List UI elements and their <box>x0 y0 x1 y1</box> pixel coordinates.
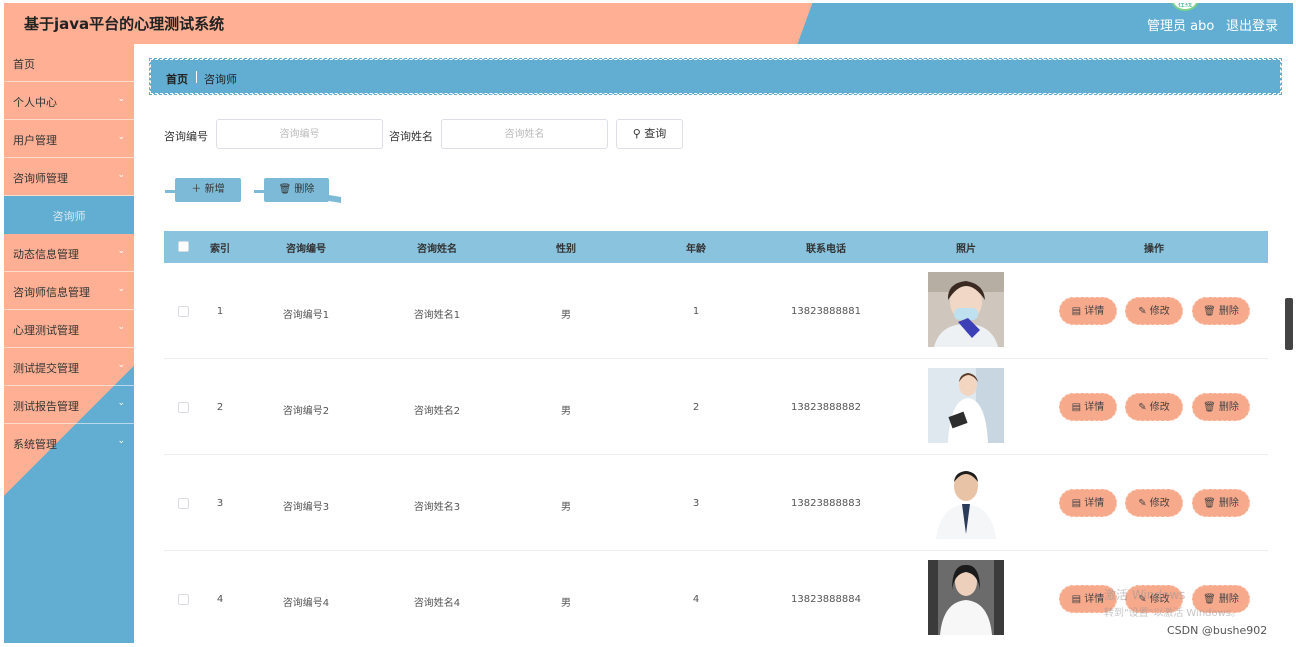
cell-code: 咨询编号3 <box>282 502 330 513</box>
column-header-name: 咨询姓名 <box>417 244 457 255</box>
row-checkbox[interactable] <box>178 594 189 605</box>
counselor-photo <box>928 560 1004 635</box>
edit-button[interactable]: ✎ 修改 <box>1125 297 1183 325</box>
logout-link[interactable]: 退出登录 <box>1226 15 1278 34</box>
cell-phone: 13823888882 <box>791 402 861 413</box>
row-checkbox[interactable] <box>178 498 189 509</box>
windows-activation-watermark: 激活 Windows <box>1104 588 1186 602</box>
breadcrumb-separator <box>196 71 197 83</box>
detail-button[interactable]: ▤ 详情 <box>1059 297 1117 325</box>
windows-activation-hint: 转到"设置"以激活 Windows。 <box>1104 608 1242 619</box>
cell-name: 咨询姓名2 <box>413 406 461 417</box>
current-user: 管理员 abo <box>1147 19 1215 34</box>
sidebar-item-reports[interactable]: 测试报告管理 ⌄ <box>4 386 134 424</box>
chevron-down-icon: ⌄ <box>117 322 125 332</box>
chevron-down-icon: ⌄ <box>117 246 125 256</box>
table-row: 1 咨询编号1 咨询姓名1 男 1 13823888881 ▤ 详情 ✎ 修改 … <box>164 263 1268 359</box>
column-header-age: 年龄 <box>686 244 706 255</box>
delete-button[interactable]: 🗑 删除 <box>1192 297 1250 325</box>
cell-gender: 男 <box>561 310 571 321</box>
chevron-down-icon: ⌄ <box>117 284 125 294</box>
table-header: 索引 咨询编号 咨询姓名 性别 年龄 联系电话 照片 操作 <box>164 231 1268 263</box>
cell-phone: 13823888884 <box>791 594 861 605</box>
cell-phone: 13823888881 <box>791 306 861 317</box>
cell-name: 咨询姓名3 <box>413 502 461 513</box>
add-button[interactable]: ＋ 新增 <box>165 178 241 202</box>
delete-button[interactable]: 🗑 删除 <box>1192 393 1250 421</box>
chevron-up-icon: ⌄ <box>117 170 125 180</box>
app-title: 基于java平台的心理测试系统 <box>24 15 225 33</box>
cell-age: 1 <box>692 306 700 317</box>
delete-button[interactable]: 🗑 删除 <box>1192 489 1250 517</box>
sidebar-item-submissions[interactable]: 测试提交管理 ⌄ <box>4 348 134 386</box>
edit-button[interactable]: ✎ 修改 <box>1125 489 1183 517</box>
counselor-photo <box>928 272 1004 347</box>
counselor-photo <box>928 368 1004 443</box>
cell-code: 咨询编号2 <box>282 406 330 417</box>
sidebar-item-home[interactable]: 首页 <box>4 44 134 82</box>
sidebar-item-news[interactable]: 动态信息管理 ⌄ <box>4 234 134 272</box>
breadcrumb-home[interactable]: 首页 <box>166 71 188 87</box>
breadcrumb: 首页 咨询师 <box>149 58 1282 95</box>
cell-gender: 男 <box>561 598 571 609</box>
cell-index: 1 <box>216 306 224 317</box>
cell-age: 2 <box>692 402 700 413</box>
chevron-down-icon: ⌄ <box>117 360 125 370</box>
breadcrumb-current: 咨询师 <box>204 73 237 86</box>
column-header-index: 索引 <box>210 244 230 255</box>
column-header-actions: 操作 <box>1144 244 1164 255</box>
sidebar-item-users[interactable]: 用户管理 ⌄ <box>4 120 134 158</box>
column-header-phone: 联系电话 <box>806 244 846 255</box>
sidebar-item-counselor-mgmt[interactable]: 咨询师管理 ⌄ <box>4 158 134 196</box>
chevron-down-icon: ⌄ <box>117 436 125 446</box>
cell-index: 4 <box>216 594 224 605</box>
top-header: 基于java平台的心理测试系统 在线 管理员 abo 退出登录 <box>4 3 1293 44</box>
detail-button[interactable]: ▤ 详情 <box>1059 393 1117 421</box>
row-checkbox[interactable] <box>178 402 189 413</box>
cell-phone: 13823888883 <box>791 498 861 509</box>
sidebar-item-system[interactable]: 系统管理 ⌄ <box>4 424 134 462</box>
edit-button[interactable]: ✎ 修改 <box>1125 393 1183 421</box>
page-scrollbar[interactable] <box>1285 298 1293 350</box>
column-header-gender: 性别 <box>556 244 576 255</box>
cell-gender: 男 <box>561 406 571 417</box>
counselor-photo <box>928 464 1004 539</box>
cell-age: 4 <box>692 594 700 605</box>
table-row: 2 咨询编号2 咨询姓名2 男 2 13823888882 ▤ 详情 ✎ 修改 … <box>164 359 1268 455</box>
row-checkbox[interactable] <box>178 306 189 317</box>
sidebar: 首页 个人中心 ⌄ 用户管理 ⌄ 咨询师管理 ⌄ 咨询师 动态信息管理 ⌄ 咨询师信息管… <box>4 44 134 643</box>
chevron-down-icon: ⌄ <box>117 94 125 104</box>
select-all-checkbox[interactable] <box>178 241 189 252</box>
cell-gender: 男 <box>561 502 571 513</box>
search-code-label: 咨询编号 <box>164 130 208 143</box>
search-name-input[interactable] <box>441 119 608 149</box>
sidebar-subitem-counselor[interactable]: 咨询师 <box>4 196 134 234</box>
search-code-input[interactable] <box>216 119 383 149</box>
sidebar-item-counselor-info[interactable]: 咨询师信息管理 ⌄ <box>4 272 134 310</box>
column-header-code: 咨询编号 <box>286 244 326 255</box>
batch-delete-button[interactable]: 🗑 删除 <box>254 178 329 202</box>
chevron-down-icon: ⌄ <box>117 398 125 408</box>
cell-index: 3 <box>216 498 224 509</box>
sidebar-item-profile[interactable]: 个人中心 ⌄ <box>4 82 134 120</box>
counselor-table: 索引 咨询编号 咨询姓名 性别 年龄 联系电话 照片 操作 1 咨询编号1 咨询… <box>164 231 1268 647</box>
detail-button[interactable]: ▤ 详情 <box>1059 489 1117 517</box>
cell-code: 咨询编号1 <box>282 310 330 321</box>
cell-name: 咨询姓名4 <box>413 598 461 609</box>
cell-code: 咨询编号4 <box>282 598 330 609</box>
search-name-label: 咨询姓名 <box>389 130 433 143</box>
query-button[interactable]: ⚲ 查询 <box>616 119 683 149</box>
cell-name: 咨询姓名1 <box>413 310 461 321</box>
table-row: 3 咨询编号3 咨询姓名3 男 3 13823888883 ▤ 详情 ✎ 修改 … <box>164 455 1268 551</box>
table-row: 4 咨询编号4 咨询姓名4 男 4 13823888884 ▤ 详情 ✎ 修改 … <box>164 551 1268 647</box>
column-header-photo: 照片 <box>956 244 976 255</box>
cell-age: 3 <box>692 498 700 509</box>
cell-index: 2 <box>216 402 224 413</box>
sidebar-item-tests[interactable]: 心理测试管理 ⌄ <box>4 310 134 348</box>
online-badge: 在线 <box>1171 3 1199 11</box>
search-icon: ⚲ <box>632 127 641 140</box>
chevron-down-icon: ⌄ <box>117 132 125 142</box>
csdn-watermark: CSDN @bushe902 <box>1167 624 1268 637</box>
